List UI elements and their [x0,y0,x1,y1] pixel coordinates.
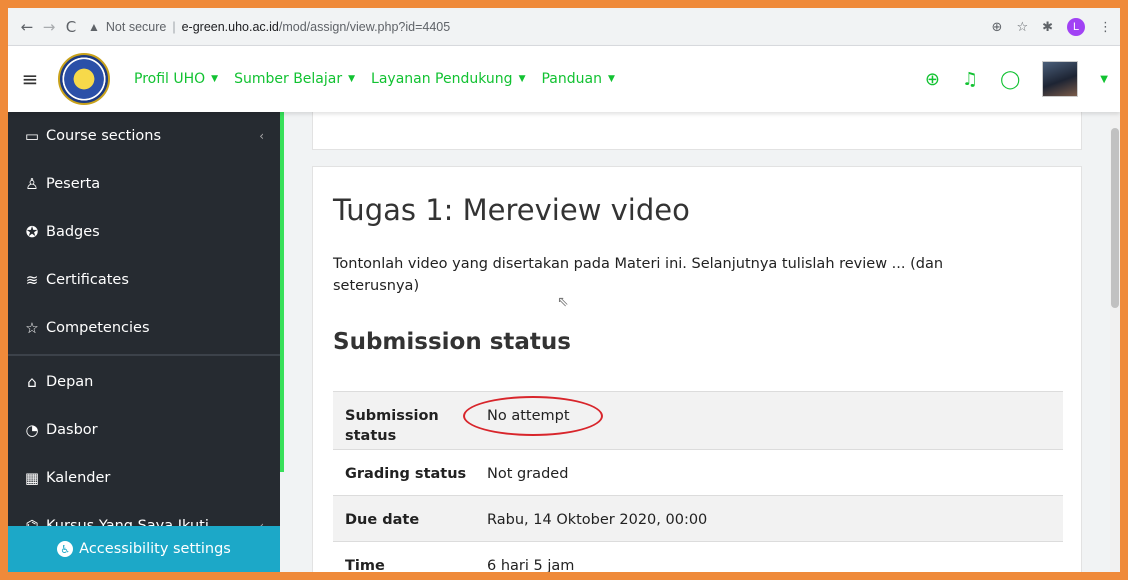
menu-label: Sumber Belajar [234,71,343,87]
page-title: Tugas 1: Mereview video [333,193,690,227]
sidebar-item-label: Peserta [46,176,101,192]
row-value: Rabu, 14 Oktober 2020, 00:00 [487,512,708,528]
hamburger-menu-icon[interactable]: ≡ [8,67,52,91]
submission-status-table: Submission status No attempt Grading sta… [333,391,1063,572]
row-label: Submission status [345,408,439,444]
profile-avatar[interactable]: L [1067,18,1085,36]
row-label: Due date [345,512,420,528]
menu-label: Layanan Pendukung [371,71,513,87]
screenshot-frame: ← → C ▲ Not secure | e-green.uho.ac.id/m… [8,8,1120,572]
sidebar-item-peserta[interactable]: ♙ Peserta [8,160,280,208]
caret-down-icon: ▼ [348,74,356,84]
badge-icon: ✪ [25,223,39,241]
star-icon: ☆ [25,319,39,337]
users-icon: ♙ [25,175,39,193]
chevron-left-icon: ‹ [259,129,264,143]
zoom-icon[interactable]: ⊕ [992,20,1003,35]
sidebar-item-label: Dasbor [46,422,98,438]
row-label: Time remaining [345,558,385,572]
caret-down-icon: ▼ [607,74,615,84]
row-label: Grading status [345,466,467,482]
sidebar-item-label: Competencies [46,320,150,336]
assignment-card: Tugas 1: Mereview video Tontonlah video … [312,166,1082,572]
caret-down-icon: ▼ [211,74,219,84]
sidebar-item-label: Badges [46,224,100,240]
language-globe-icon[interactable]: ⊕ [925,69,940,90]
certificate-icon: ≋ [25,271,39,289]
user-menu-caret-icon[interactable]: ▼ [1100,74,1108,85]
menu-label: Panduan [541,71,602,87]
browser-toolbar: ← → C ▲ Not secure | e-green.uho.ac.id/m… [8,8,1120,46]
table-row: Submission status No attempt [333,391,1063,449]
sidebar-item-label: Course sections [46,128,162,144]
address-bar[interactable]: ▲ Not secure | e-green.uho.ac.id/mod/ass… [88,13,1078,41]
row-value: 6 hari 5 jam [487,558,575,572]
assignment-description: Tontonlah video yang disertakan pada Mat… [333,256,944,294]
site-navbar: ≡ Profil UHO ▼ Sumber Belajar ▼ Layanan Pe… [8,46,1120,112]
sidebar-item-label: Certificates [46,272,129,288]
submission-status-heading: Submission status [333,329,571,355]
menu-sumber-belajar[interactable]: Sumber Belajar ▼ [234,71,355,87]
reload-button[interactable]: C [60,18,82,36]
table-row: Time remaining 6 hari 5 jam [333,541,1063,572]
menu-panduan[interactable]: Panduan ▼ [541,71,614,87]
main-content: Tugas 1: Mereview video Tontonlah video … [284,112,1110,572]
sidebar-item-competencies[interactable]: ☆ Competencies [8,304,280,352]
sidebar-item-label: Depan [46,374,94,390]
back-button[interactable]: ← [16,18,38,36]
highlight-circle [463,396,603,436]
sidebar-item-label: Kalender [46,470,111,486]
sidebar-item-course-sections[interactable]: ▭ Course sections ‹ [8,112,280,160]
messages-icon[interactable]: ◯ [1000,69,1020,90]
menu-profil-uho[interactable]: Profil UHO ▼ [134,71,218,87]
divider: | [172,19,176,34]
home-icon: ⌂ [27,373,37,391]
sidebar-item-depan[interactable]: ⌂ Depan [8,358,280,406]
extensions-icon[interactable]: ✱ [1042,20,1053,35]
notification-bell-icon[interactable]: ♫ [962,69,978,90]
accessibility-label: Accessibility settings [79,541,231,557]
dashboard-icon: ◔ [25,421,39,439]
navbar-actions: ⊕ ♫ ◯ ▼ [925,46,1108,112]
calendar-icon: ▦ [24,469,40,487]
caret-down-icon: ▼ [518,74,526,84]
bookmark-star-icon[interactable]: ☆ [1016,20,1028,35]
university-logo[interactable] [58,53,110,105]
warning-icon: ▲ [88,19,100,34]
mouse-cursor-icon: ⇖ [557,294,569,310]
sidebar-item-kalender[interactable]: ▦ Kalender [8,454,280,502]
menu-layanan-pendukung[interactable]: Layanan Pendukung ▼ [371,71,525,87]
sidebar: ▭ Course sections ‹ ♙ Peserta ✪ Badges ≋… [8,112,280,572]
row-value: No attempt [463,392,603,449]
url-path: /mod/assign/view.php?id=4405 [278,19,451,34]
accessibility-icon: ♿ [57,541,74,557]
sidebar-item-dasbor[interactable]: ◔ Dasbor [8,406,280,454]
row-value: Not graded [487,466,569,482]
menu-label: Profil UHO [134,71,206,87]
scrollbar-thumb[interactable] [1111,128,1119,308]
user-avatar[interactable] [1042,61,1079,97]
table-row: Grading status Not graded [333,449,1063,495]
more-menu-icon[interactable]: ⋮ [1099,20,1112,35]
browser-actions: ⊕ ☆ ✱ L ⋮ [992,8,1112,46]
folder-icon: ▭ [24,127,40,145]
sidebar-divider [8,354,280,356]
main-menu: Profil UHO ▼ Sumber Belajar ▼ Layanan Pend… [134,71,615,87]
security-label: Not secure [105,19,167,34]
page-scrollbar[interactable] [1110,112,1120,572]
table-row: Due date Rabu, 14 Oktober 2020, 00:00 [333,495,1063,541]
sidebar-item-badges[interactable]: ✪ Badges [8,208,280,256]
sidebar-item-certificates[interactable]: ≋ Certificates [8,256,280,304]
url-host: e-green.uho.ac.id [181,19,279,34]
forward-button[interactable]: → [38,18,60,36]
previous-card [312,112,1082,150]
accessibility-settings-button[interactable]: ♿ Accessibility settings [8,526,280,572]
